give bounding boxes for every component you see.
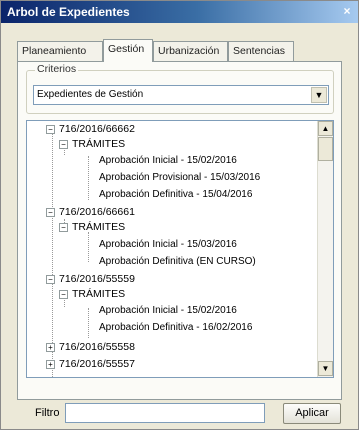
tab-planeamiento[interactable]: Planeamiento (17, 41, 103, 61)
expedientes-tree[interactable]: −716/2016/66662 − TRÁMITES Aprobación Ini… (26, 120, 334, 378)
collapse-icon[interactable]: − (46, 207, 55, 217)
tree-node-label: 716/2016/55557 (59, 358, 135, 370)
expand-icon[interactable]: + (46, 359, 55, 369)
tree-leaf-label: Aprobación Provisional - 15/03/2016 (99, 172, 261, 183)
filter-label: Filtro (35, 407, 60, 419)
title-bar[interactable]: Arbol de Expedientes × (1, 1, 358, 23)
tree-node-label: 716/2016/55559 (59, 273, 135, 285)
tree-connector (88, 156, 89, 200)
tree-leaf-tramite[interactable]: Aprobación Provisional - 15/03/2016 (99, 171, 260, 185)
criteria-group: Criterios Expedientes de Gestión ▼ (26, 63, 334, 114)
tree-node-expediente[interactable]: −716/2016/66662 (46, 122, 135, 136)
chevron-down-icon[interactable]: ▼ (311, 87, 327, 103)
tree-node-expediente[interactable]: +716/2016/55558 (46, 340, 135, 354)
expand-icon[interactable]: + (46, 342, 55, 352)
tree-leaf-label: Aprobación Inicial - 15/02/2016 (99, 155, 237, 166)
criteria-select[interactable]: Expedientes de Gestión ▼ (33, 85, 329, 105)
collapse-icon[interactable]: − (46, 124, 55, 134)
criteria-select-value: Expedientes de Gestión (37, 89, 144, 100)
tree-node-tramites[interactable]: − TRÁMITES (59, 287, 125, 301)
tree-node-expediente[interactable]: −716/2016/66661 (46, 205, 135, 219)
tree-leaf-label: Aprobación Inicial - 15/02/2016 (99, 305, 237, 316)
criteria-legend: Criterios (35, 63, 79, 75)
tab-gestion[interactable]: Gestión (103, 39, 153, 62)
tree-node-label: 716/2016/66662 (59, 123, 135, 135)
tree-leaf-label: Aprobación Definitiva (EN CURSO) (99, 256, 256, 267)
tree-node-label: TRÁMITES (72, 138, 126, 150)
tree-leaf-label: Aprobación Definitiva - 16/02/2016 (99, 322, 253, 333)
tree-leaf-tramite[interactable]: Aprobación Definitiva - 16/02/2016 (99, 321, 252, 335)
tree-leaf-tramite[interactable]: Aprobación Inicial - 15/02/2016 (99, 304, 237, 318)
close-icon[interactable]: × (340, 4, 354, 18)
tree-node-label: 716/2016/55558 (59, 341, 135, 353)
tree-leaf-tramite[interactable]: Aprobación Inicial - 15/02/2016 (99, 154, 237, 168)
tree-leaf-label: Aprobación Inicial - 15/03/2016 (99, 239, 237, 250)
tab-panel-gestion: Criterios Expedientes de Gestión ▼ −716/… (17, 61, 342, 400)
tree-leaf-tramite[interactable]: Aprobación Definitiva - 15/04/2016 (99, 188, 252, 202)
tree-node-tramites[interactable]: − TRÁMITES (59, 220, 125, 234)
tree-leaf-tramite[interactable]: Aprobación Definitiva (EN CURSO) (99, 255, 256, 269)
collapse-icon[interactable]: − (59, 222, 68, 232)
tree-connector (88, 308, 89, 338)
tree-node-expediente[interactable]: −716/2016/55559 (46, 272, 135, 286)
apply-button[interactable]: Aplicar (283, 403, 341, 424)
tree-leaf-tramite[interactable]: Aprobación Inicial - 15/03/2016 (99, 238, 237, 252)
expedientes-tree-window: Arbol de Expedientes × Planeamiento Gest… (0, 0, 359, 430)
tab-sentencias[interactable]: Sentencias (228, 41, 294, 61)
filter-input[interactable] (65, 403, 265, 423)
collapse-icon[interactable]: − (59, 139, 68, 149)
scroll-thumb[interactable] (318, 137, 333, 161)
tree-leaf-label: Aprobación Definitiva - 15/04/2016 (99, 189, 253, 200)
tree-node-tramites[interactable]: − TRÁMITES (59, 137, 125, 151)
window-title: Arbol de Expedientes (7, 5, 130, 19)
collapse-icon[interactable]: − (46, 274, 55, 284)
collapse-icon[interactable]: − (59, 289, 68, 299)
scroll-up-icon[interactable]: ▲ (318, 121, 333, 136)
tree-node-label: TRÁMITES (72, 288, 126, 300)
tree-node-label: TRÁMITES (72, 221, 126, 233)
tree-connector (88, 232, 89, 262)
tab-urbanizacion[interactable]: Urbanización (153, 41, 228, 61)
tree-node-label: 716/2016/66661 (59, 206, 135, 218)
tree-node-expediente[interactable]: +716/2016/55557 (46, 357, 135, 371)
tree-scrollbar[interactable]: ▲ ▼ (317, 121, 333, 377)
scroll-down-icon[interactable]: ▼ (318, 361, 333, 376)
